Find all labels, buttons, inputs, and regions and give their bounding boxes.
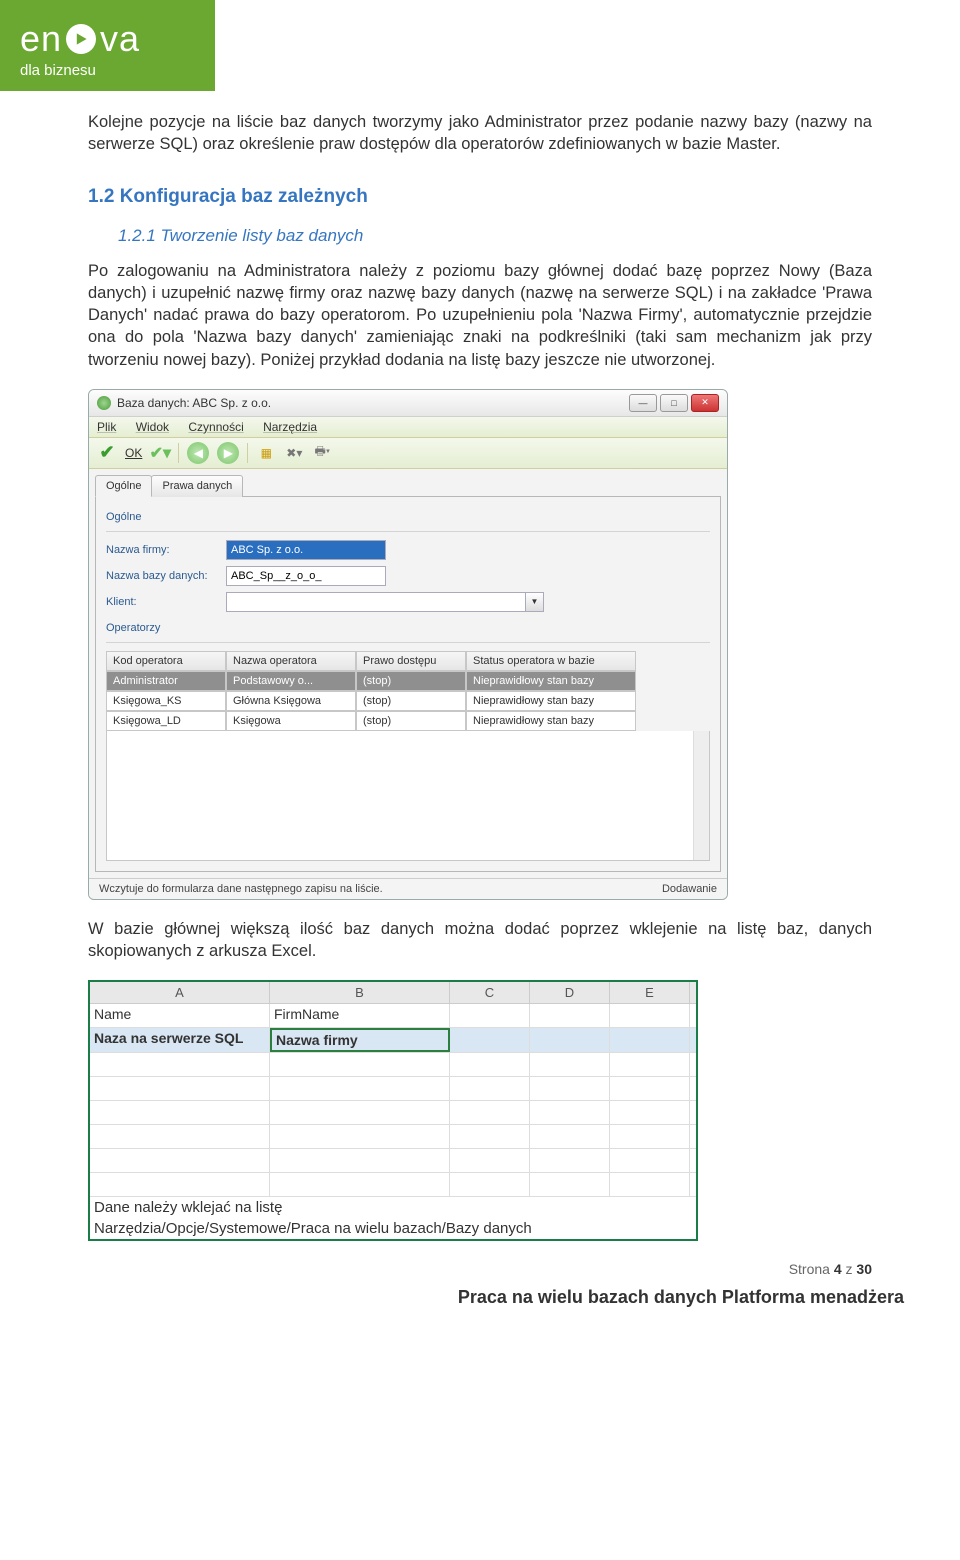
group-ogolne-label: Ogólne (106, 511, 710, 523)
tab-strip: Ogólne Prawa danych (95, 475, 721, 497)
document-body: Kolejne pozycje na liście baz danych two… (0, 91, 960, 1251)
excel-col-A[interactable]: A (90, 982, 270, 1003)
grid-icon[interactable]: ▦ (256, 443, 276, 463)
ok-check-icon: ✔ (97, 443, 117, 463)
client-dropdown[interactable] (226, 592, 526, 612)
app-window: Baza danych: ABC Sp. z o.o. — □ ✕ Plik W… (88, 389, 728, 900)
close-button[interactable]: ✕ (691, 394, 719, 412)
excel-header: A B C D E (90, 982, 696, 1004)
toolbar-separator (178, 443, 179, 463)
db-input[interactable] (226, 566, 386, 586)
group-operatorzy-label: Operatorzy (106, 622, 710, 634)
brand-header: en va dla biznesu (0, 0, 215, 91)
excel-table: A B C D E Name FirmName Naza na serwerze… (88, 980, 698, 1241)
tab-prawa-danych[interactable]: Prawa danych (151, 475, 243, 497)
excel-row-empty[interactable] (90, 1149, 696, 1173)
client-label: Klient: (106, 596, 226, 608)
excel-col-D[interactable]: D (530, 982, 610, 1003)
toolbar: ✔ OK ✔▾ ◀ ▶ ▦ ✖▾ 🖶▾ (89, 438, 727, 469)
section-heading: 1.2 Konfiguracja baz zależnych (88, 186, 872, 208)
scrollbar-track[interactable] (693, 731, 709, 860)
excel-col-C[interactable]: C (450, 982, 530, 1003)
excel-row[interactable]: Name FirmName (90, 1004, 696, 1028)
forward-button[interactable]: ▶ (217, 442, 239, 464)
titlebar: Baza danych: ABC Sp. z o.o. — □ ✕ (89, 390, 727, 417)
status-mode: Dodawanie (662, 883, 717, 895)
page-footer: Strona 4 z 30 (0, 1251, 960, 1287)
statusbar: Wczytuje do formularza dane następnego z… (89, 878, 727, 899)
grid-col-prawo[interactable]: Prawo dostępu (356, 651, 466, 671)
logo-text-right: va (100, 18, 140, 60)
toolbar-separator (247, 443, 248, 463)
excel-row-empty[interactable] (90, 1125, 696, 1149)
tools-icon[interactable]: ✖▾ (284, 443, 304, 463)
form-area: Ogólne Prawa danych Ogólne Nazwa firmy: … (89, 469, 727, 878)
page-label: Strona (789, 1261, 830, 1277)
menu-czynnosci[interactable]: Czynności (188, 420, 243, 434)
doc-title-footer: Praca na wielu bazach danych Platforma m… (0, 1287, 960, 1328)
excel-row-empty[interactable] (90, 1053, 696, 1077)
divider (106, 531, 710, 532)
page-current: 4 (834, 1261, 842, 1277)
db-label: Nazwa bazy danych: (106, 570, 226, 582)
grid-empty-area (106, 731, 710, 861)
excel-col-E[interactable]: E (610, 982, 690, 1003)
logo: en va (20, 18, 195, 60)
logo-text-left: en (20, 18, 62, 60)
menu-plik[interactable]: Plik (97, 420, 116, 434)
operators-grid: Kod operatora Nazwa operatora Prawo dost… (106, 651, 710, 861)
menubar: Plik Widok Czynności Narzędzia (89, 417, 727, 438)
paragraph-intro: Kolejne pozycje na liście baz danych two… (88, 111, 872, 156)
logo-tagline: dla biznesu (20, 62, 195, 79)
minimize-button[interactable]: — (629, 394, 657, 412)
grid-col-status[interactable]: Status operatora w bazie (466, 651, 636, 671)
grid-col-kod[interactable]: Kod operatora (106, 651, 226, 671)
excel-col-B[interactable]: B (270, 982, 450, 1003)
page-sep: z (846, 1261, 853, 1277)
ok-button-label[interactable]: OK (125, 446, 142, 460)
divider (106, 642, 710, 643)
menu-widok[interactable]: Widok (136, 420, 169, 434)
paragraph-excel: W bazie głównej większą ilość baz danych… (88, 918, 872, 963)
page-total: 30 (856, 1261, 872, 1277)
grid-row[interactable]: Księgowa_LD Księgowa (stop) Nieprawidłow… (106, 711, 710, 731)
chevron-down-icon[interactable]: ▼ (526, 592, 544, 612)
window-title: Baza danych: ABC Sp. z o.o. (117, 396, 629, 410)
grid-row[interactable]: Księgowa_KS Główna Księgowa (stop) Niepr… (106, 691, 710, 711)
grid-col-nazwa[interactable]: Nazwa operatora (226, 651, 356, 671)
form-body: Ogólne Nazwa firmy: Nazwa bazy danych: K… (95, 496, 721, 872)
excel-footer-line1: Dane należy wklejać na listę (90, 1197, 696, 1218)
excel-row-empty[interactable] (90, 1173, 696, 1197)
excel-row-empty[interactable] (90, 1077, 696, 1101)
menu-narzedzia[interactable]: Narzędzia (263, 420, 317, 434)
excel-row[interactable]: Naza na serwerze SQL Nazwa firmy (90, 1028, 696, 1053)
excel-row-empty[interactable] (90, 1101, 696, 1125)
apply-check-icon[interactable]: ✔▾ (150, 443, 170, 463)
tab-ogolne[interactable]: Ogólne (95, 475, 152, 497)
grid-header: Kod operatora Nazwa operatora Prawo dost… (106, 651, 710, 671)
firm-input[interactable] (226, 540, 386, 560)
status-message: Wczytuje do formularza dane następnego z… (99, 883, 383, 895)
globe-icon (97, 396, 111, 410)
print-icon[interactable]: 🖶▾ (312, 443, 332, 463)
grid-row[interactable]: Administrator Podstawowy o... (stop) Nie… (106, 671, 710, 691)
paragraph-body: Po zalogowaniu na Administratora należy … (88, 260, 872, 371)
subsection-heading: 1.2.1 Tworzenie listy baz danych (88, 226, 872, 246)
firm-label: Nazwa firmy: (106, 544, 226, 556)
maximize-button[interactable]: □ (660, 394, 688, 412)
back-button[interactable]: ◀ (187, 442, 209, 464)
excel-footer-line2: Narzędzia/Opcje/Systemowe/Praca na wielu… (90, 1218, 696, 1239)
play-icon (66, 24, 96, 54)
